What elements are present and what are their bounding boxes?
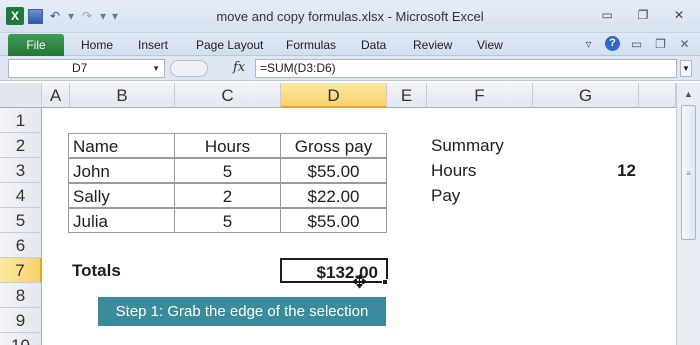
- select-all-corner[interactable]: [0, 83, 42, 108]
- table-cell[interactable]: 2: [174, 183, 281, 208]
- table-header-cell[interactable]: Gross pay: [280, 133, 387, 158]
- workbook-restore-icon[interactable]: ❐: [653, 37, 668, 51]
- vertical-scrollbar[interactable]: ▲ ≡: [676, 83, 700, 345]
- row-header-5[interactable]: 5: [0, 208, 42, 233]
- column-header-e[interactable]: E: [387, 83, 427, 108]
- tab-review[interactable]: Review: [413, 38, 452, 52]
- row-header-9[interactable]: 9: [0, 308, 42, 333]
- table-cell[interactable]: John: [68, 158, 175, 183]
- row-header-7[interactable]: 7: [0, 258, 42, 283]
- table-cell[interactable]: $22.00: [280, 183, 387, 208]
- table-header-cell[interactable]: Name: [68, 133, 175, 158]
- tab-data[interactable]: Data: [361, 38, 386, 52]
- table-cell[interactable]: Julia: [68, 208, 175, 233]
- move-cursor-icon: ✥: [352, 272, 368, 292]
- tab-home[interactable]: Home: [81, 38, 113, 52]
- column-header-f[interactable]: F: [427, 83, 533, 108]
- column-header-d[interactable]: D: [281, 83, 387, 108]
- table-cell[interactable]: Sally: [68, 183, 175, 208]
- minimize-ribbon-icon[interactable]: ▿: [581, 37, 596, 51]
- expand-formula-bar-icon[interactable]: ▼: [680, 60, 692, 77]
- row-header-1[interactable]: 1: [0, 108, 42, 133]
- table-cell[interactable]: $55.00: [280, 158, 387, 183]
- instruction-callout: Step 1: Grab the edge of the selection: [98, 297, 386, 326]
- formula-bar-splitter[interactable]: [170, 60, 208, 77]
- row-header-2[interactable]: 2: [0, 133, 42, 158]
- close-icon[interactable]: ✕: [672, 8, 686, 22]
- tab-formulas[interactable]: Formulas: [286, 38, 336, 52]
- title-bar: X ↶ ▾ ↷ ▾ ▾ move and copy formulas.xlsx …: [0, 0, 700, 33]
- window-title: move and copy formulas.xlsx - Microsoft …: [216, 9, 484, 24]
- table-cell[interactable]: 5: [174, 208, 281, 233]
- table-header-cell[interactable]: Hours: [174, 133, 281, 158]
- column-header-h[interactable]: [639, 83, 676, 108]
- column-header-b[interactable]: B: [70, 83, 175, 108]
- workbook-minimize-icon[interactable]: ▭: [629, 37, 644, 51]
- tab-view[interactable]: View: [477, 38, 503, 52]
- column-header-c[interactable]: C: [175, 83, 281, 108]
- fill-handle[interactable]: [382, 279, 388, 285]
- formula-bar: D7 ▼ fx =SUM(D3:D6) ▼: [0, 56, 700, 81]
- row-header-4[interactable]: 4: [0, 183, 42, 208]
- tab-file[interactable]: File: [8, 34, 64, 56]
- help-icon[interactable]: ?: [605, 36, 620, 51]
- summary-hours-label[interactable]: Hours: [427, 158, 533, 183]
- scrollbar-thumb[interactable]: ≡: [681, 105, 696, 240]
- name-box[interactable]: D7 ▼: [8, 59, 165, 78]
- summary-pay-label[interactable]: Pay: [427, 183, 533, 208]
- ribbon-tabs: File Home Insert Page Layout Formulas Da…: [0, 33, 700, 56]
- maximize-icon[interactable]: ❐: [636, 8, 650, 22]
- chevron-down-icon[interactable]: ▼: [152, 60, 160, 77]
- window-controls: ▭ ❐ ✕: [600, 8, 686, 22]
- ribbon-controls: ▿ ? ▭ ❐ ✕: [581, 36, 692, 51]
- name-box-value: D7: [72, 61, 88, 75]
- summary-title[interactable]: Summary: [427, 133, 533, 158]
- selected-cell-d7[interactable]: $132.00: [280, 258, 388, 283]
- row-header-8[interactable]: 8: [0, 283, 42, 308]
- row-header-6[interactable]: 6: [0, 233, 42, 258]
- table-cell[interactable]: 5: [174, 158, 281, 183]
- tab-insert[interactable]: Insert: [138, 38, 168, 52]
- tab-page-layout[interactable]: Page Layout: [196, 38, 263, 52]
- workbook-close-icon[interactable]: ✕: [677, 37, 692, 51]
- column-header-g[interactable]: G: [533, 83, 639, 108]
- totals-label[interactable]: Totals: [68, 258, 175, 283]
- scroll-up-icon[interactable]: ▲: [681, 87, 696, 102]
- table-cell[interactable]: $55.00: [280, 208, 387, 233]
- minimize-icon[interactable]: ▭: [600, 8, 614, 22]
- summary-hours-value[interactable]: 12: [533, 158, 644, 183]
- row-header-3[interactable]: 3: [0, 158, 42, 183]
- column-header-a[interactable]: A: [42, 83, 70, 108]
- insert-function-icon[interactable]: fx: [233, 60, 245, 75]
- row-header-10[interactable]: 10: [0, 333, 42, 345]
- formula-input[interactable]: =SUM(D3:D6): [255, 59, 677, 78]
